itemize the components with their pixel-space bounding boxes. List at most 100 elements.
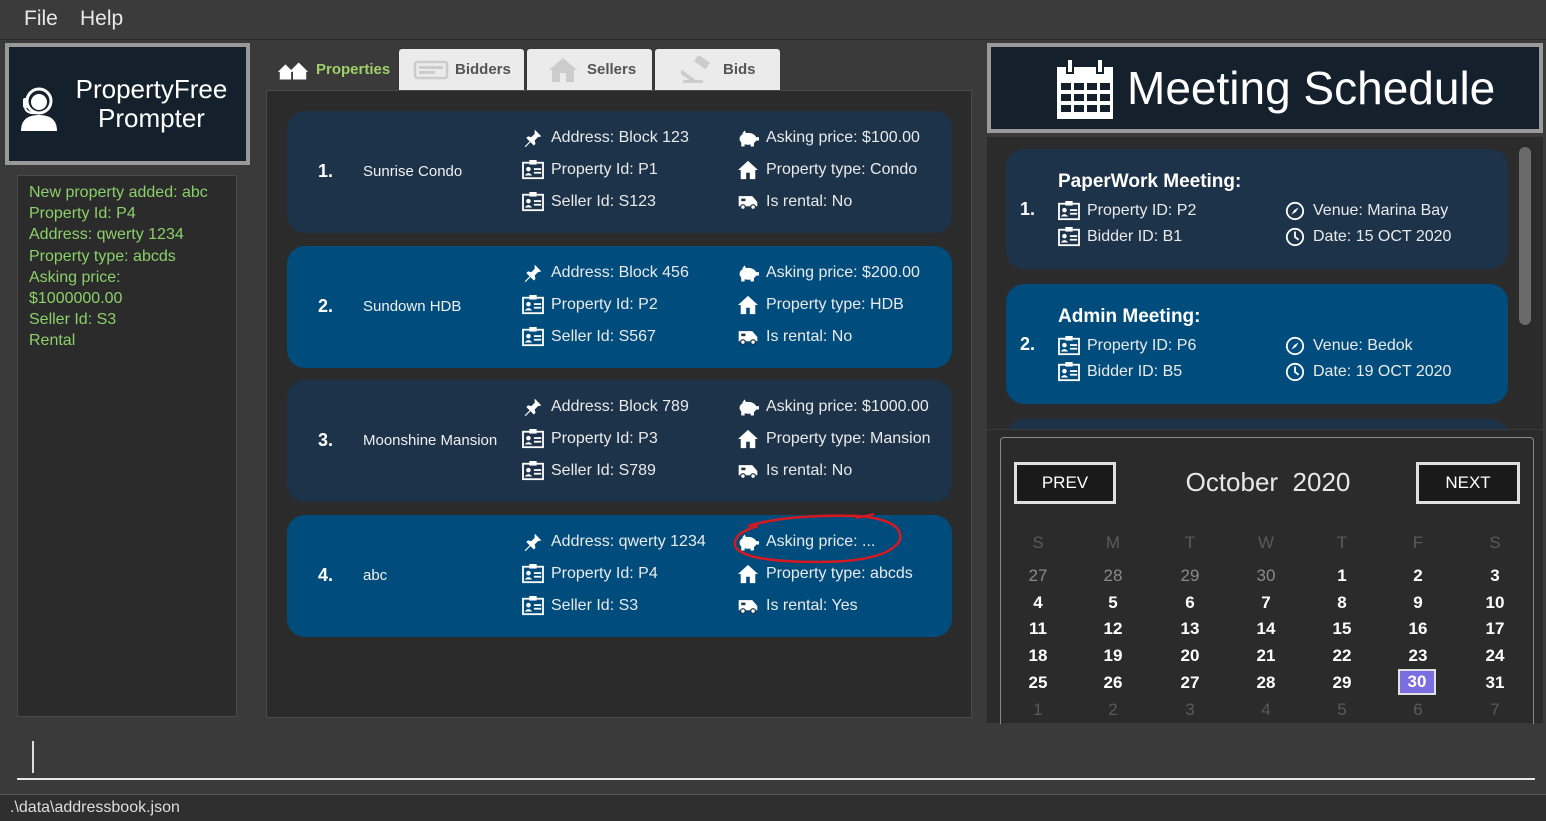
result-display: New property added: abc Property Id: P4 … xyxy=(17,175,237,717)
support-agent-icon xyxy=(21,87,57,131)
calendar-day[interactable]: 28 xyxy=(1093,566,1133,586)
calendar-day[interactable]: 21 xyxy=(1246,646,1286,666)
tab-sellers[interactable]: Sellers xyxy=(527,49,652,90)
id-card-icon xyxy=(1058,336,1080,356)
property-name: Sunrise Condo xyxy=(363,163,463,180)
menu-help[interactable]: Help xyxy=(80,7,123,31)
menu-file[interactable]: File xyxy=(24,7,58,31)
calendar-day[interactable]: 11 xyxy=(1018,619,1058,639)
property-address: Address: qwerty 1234 xyxy=(522,532,706,552)
calendar-day[interactable]: 17 xyxy=(1475,619,1515,639)
tab-bids[interactable]: Bids xyxy=(655,49,780,90)
calendar-day[interactable]: 2 xyxy=(1398,566,1438,586)
calendar-day[interactable]: 5 xyxy=(1322,700,1362,720)
house-icon xyxy=(737,564,759,584)
calendar-day[interactable]: 2 xyxy=(1093,700,1133,720)
calendar-day[interactable]: 22 xyxy=(1322,646,1362,666)
calendar-day[interactable]: 3 xyxy=(1475,566,1515,586)
calendar-day[interactable]: 29 xyxy=(1170,566,1210,586)
rv-icon xyxy=(737,596,759,616)
property-address: Address: Block 123 xyxy=(522,128,689,148)
calendar-day[interactable]: 20 xyxy=(1170,646,1210,666)
property-id: Property Id: P2 xyxy=(522,295,658,315)
property-type: Property type: Condo xyxy=(737,160,917,180)
calendar-day[interactable]: 8 xyxy=(1322,593,1362,613)
calendar-icon xyxy=(1057,59,1113,119)
property-index: 3. xyxy=(318,430,334,450)
pin-icon xyxy=(522,128,544,148)
meeting-venue: Venue: Bedok xyxy=(1284,336,1413,356)
property-index: 4. xyxy=(318,565,334,585)
calendar-day[interactable]: 30 xyxy=(1246,566,1286,586)
rv-icon xyxy=(737,461,759,481)
calendar-day[interactable]: 31 xyxy=(1475,673,1515,693)
tab-bidders[interactable]: Bidders xyxy=(399,49,524,90)
calendar-next-button[interactable]: NEXT xyxy=(1416,462,1520,504)
result-line: Property type: abcds xyxy=(29,247,176,265)
calendar-day[interactable]: 10 xyxy=(1475,593,1515,613)
calendar-day[interactable]: 1 xyxy=(1018,700,1058,720)
calendar-day[interactable]: 12 xyxy=(1093,619,1133,639)
meeting-list-scrollbar[interactable] xyxy=(1519,147,1531,325)
command-input[interactable] xyxy=(17,734,1535,780)
property-id: Property Id: P1 xyxy=(522,160,658,180)
calendar-day[interactable]: 19 xyxy=(1093,646,1133,666)
calendar-day[interactable]: 29 xyxy=(1322,673,1362,693)
calendar-day[interactable]: 6 xyxy=(1170,593,1210,613)
weekday-label: S xyxy=(1489,533,1501,552)
calendar-day[interactable]: 28 xyxy=(1246,673,1286,693)
houses-icon xyxy=(277,61,309,79)
calendar-day[interactable]: 1 xyxy=(1322,566,1362,586)
house-icon xyxy=(737,160,759,180)
property-type: Property type: HDB xyxy=(737,295,904,315)
result-line: Address: qwerty 1234 xyxy=(29,226,184,244)
is-rental: Is rental: No xyxy=(737,327,852,347)
calendar-day[interactable]: 13 xyxy=(1170,619,1210,639)
calendar-day[interactable]: 9 xyxy=(1398,593,1438,613)
calendar-day[interactable]: 24 xyxy=(1475,646,1515,666)
id-card-icon xyxy=(522,192,544,212)
calendar-day[interactable]: 6 xyxy=(1398,700,1438,720)
meeting-bidder-id: Bidder ID: B5 xyxy=(1058,362,1182,382)
calendar-day[interactable]: 27 xyxy=(1018,566,1058,586)
pin-icon xyxy=(522,263,544,283)
id-card-icon xyxy=(1058,201,1080,221)
calendar-day[interactable]: 7 xyxy=(1246,593,1286,613)
id-card-icon xyxy=(522,564,544,584)
tab-properties[interactable]: Properties xyxy=(270,49,396,90)
compass-icon xyxy=(1284,336,1306,356)
result-line: New property added: abc xyxy=(29,184,208,201)
calendar-day[interactable]: 3 xyxy=(1170,700,1210,720)
calendar-day[interactable]: 15 xyxy=(1322,619,1362,639)
calendar-day[interactable]: 23 xyxy=(1398,646,1438,666)
id-card-icon xyxy=(522,327,544,347)
calendar-day[interactable]: 4 xyxy=(1018,593,1058,613)
id-card-icon xyxy=(522,429,544,449)
weekday-label: F xyxy=(1412,533,1424,552)
calendar-day[interactable]: 18 xyxy=(1018,646,1058,666)
property-index: 2. xyxy=(318,296,334,316)
calendar-day[interactable]: 7 xyxy=(1475,700,1515,720)
result-line: $1000000.00 xyxy=(29,290,123,308)
meeting-card[interactable]: 1. PaperWork Meeting: Property ID: P2 Bi… xyxy=(1006,149,1508,269)
calendar-day[interactable]: 14 xyxy=(1246,619,1286,639)
weekday-label: S xyxy=(1032,533,1044,552)
calendar-prev-button[interactable]: PREV xyxy=(1014,462,1116,504)
calendar-day[interactable]: 27 xyxy=(1170,673,1210,693)
property-id: Property Id: P4 xyxy=(522,564,658,584)
calendar-day[interactable]: 4 xyxy=(1246,700,1286,720)
calendar-day[interactable]: 26 xyxy=(1093,673,1133,693)
calendar-day[interactable]: 25 xyxy=(1018,673,1058,693)
calendar-day[interactable]: 16 xyxy=(1398,619,1438,639)
result-line: Asking price: xyxy=(29,268,121,286)
save-location: .\data\addressbook.json xyxy=(10,799,180,816)
pin-icon xyxy=(522,532,544,552)
calendar-day-today[interactable]: 30 xyxy=(1398,669,1436,695)
piggy-bank-icon xyxy=(737,263,759,283)
compass-icon xyxy=(1284,201,1306,221)
meeting-card[interactable]: 2. Admin Meeting: Property ID: P6 Bidder… xyxy=(1006,284,1508,404)
meeting-property-id: Property ID: P2 xyxy=(1058,201,1196,221)
meeting-card[interactable] xyxy=(1006,419,1508,429)
calendar-day[interactable]: 5 xyxy=(1093,593,1133,613)
id-card-icon xyxy=(1058,227,1080,247)
